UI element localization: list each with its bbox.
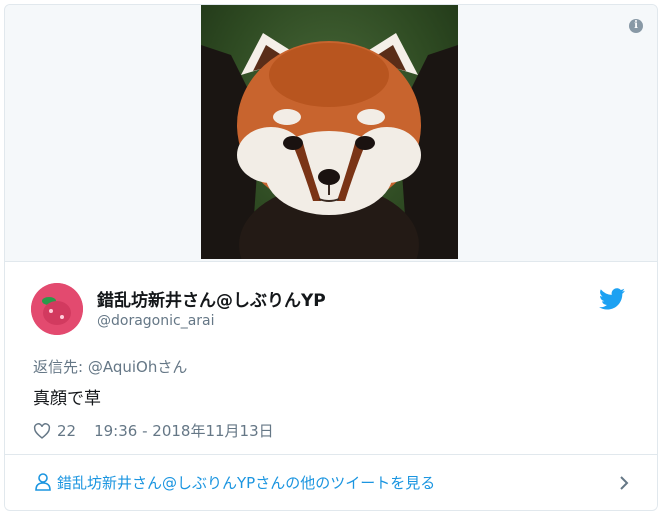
twitter-bird-icon[interactable] (599, 288, 625, 310)
reply-mention-link[interactable]: @AquiOhさん (88, 358, 188, 376)
red-panda-illustration (201, 33, 458, 259)
chevron-right-icon[interactable] (619, 475, 629, 491)
more-tweets-footer[interactable]: 錯乱坊新井さん@しぶりんYPさんの他のツイートを見る (5, 454, 657, 510)
reply-prefix: 返信先: (33, 358, 88, 376)
tweet-text: 真顔で草 (33, 389, 101, 409)
reply-to-line: 返信先: @AquiOhさん (33, 356, 187, 377)
avatar-image (31, 283, 83, 335)
tweet-body: 錯乱坊新井さん@しぶりんYP @doragonic_arai 返信先: @Aqu… (5, 261, 657, 454)
media-area: i (5, 5, 657, 261)
info-icon[interactable]: i (629, 19, 643, 33)
embedded-tweet-card: i 錯乱坊新井さん@しぶりんYP @doragonic_arai 返信先: @A… (4, 4, 658, 511)
avatar[interactable] (31, 283, 83, 335)
red-panda-photo[interactable] (201, 5, 458, 259)
heart-icon[interactable] (33, 422, 51, 439)
tweet-meta: 22 19:36 - 2018年11月13日 (33, 420, 274, 441)
tweet-timestamp[interactable]: 19:36 - 2018年11月13日 (94, 420, 274, 441)
author-name[interactable]: 錯乱坊新井さん@しぶりんYP (97, 286, 326, 311)
person-icon (35, 473, 51, 491)
author-handle[interactable]: @doragonic_arai (97, 313, 215, 329)
like-count[interactable]: 22 (57, 422, 76, 440)
more-tweets-link[interactable]: 錯乱坊新井さん@しぶりんYPさんの他のツイートを見る (57, 472, 435, 493)
